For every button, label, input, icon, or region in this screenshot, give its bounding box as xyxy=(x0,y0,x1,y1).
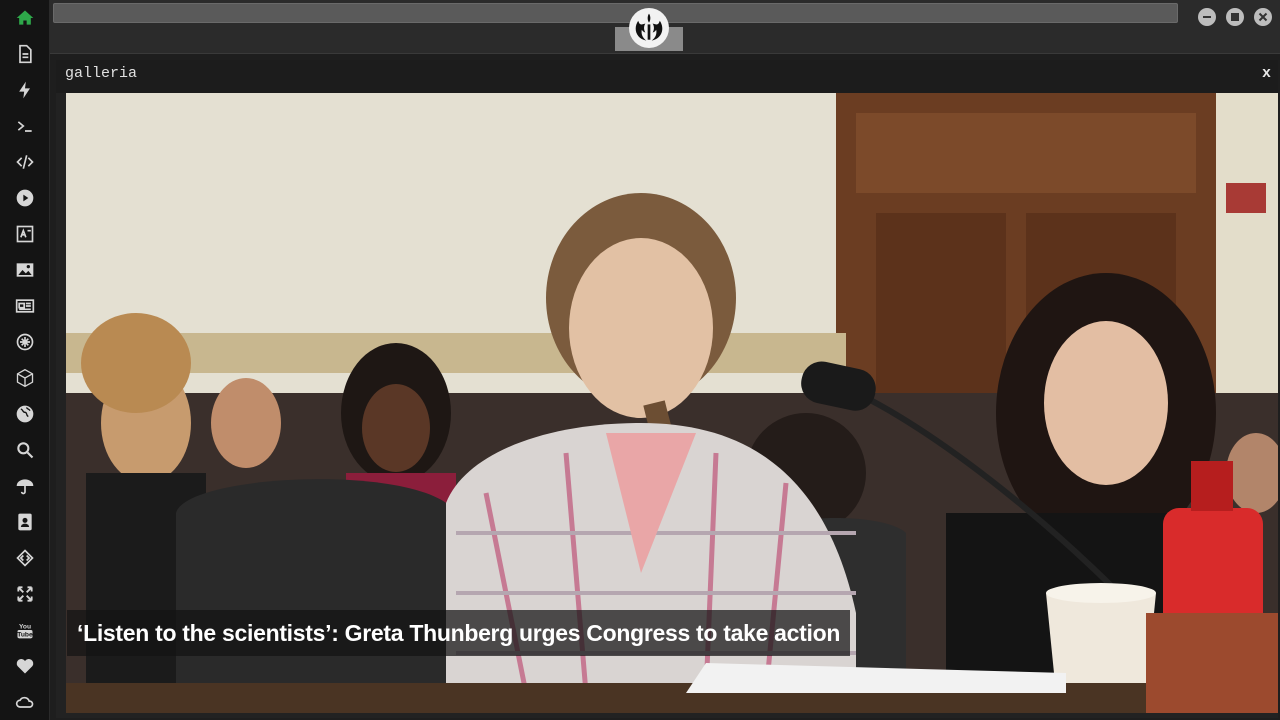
newspaper-icon[interactable] xyxy=(13,294,37,318)
gear-icon[interactable] xyxy=(13,330,37,354)
galleria-panel: galleria x ‘Listen to the scientists’: G… xyxy=(56,60,1278,718)
cloud-icon[interactable] xyxy=(13,690,37,714)
sidebar: You Tube xyxy=(0,0,50,720)
rebel-alliance-icon[interactable] xyxy=(629,8,669,48)
image-icon[interactable] xyxy=(13,258,37,282)
contact-card-icon[interactable] xyxy=(13,510,37,534)
play-icon[interactable] xyxy=(13,186,37,210)
close-icon[interactable] xyxy=(1254,8,1272,26)
document-icon[interactable] xyxy=(13,42,37,66)
code-icon[interactable] xyxy=(13,150,37,174)
search-icon[interactable] xyxy=(13,438,37,462)
globe-icon[interactable] xyxy=(13,402,37,426)
address-bar[interactable] xyxy=(53,3,1178,23)
expand-icon[interactable] xyxy=(13,582,37,606)
panel-title: galleria xyxy=(65,65,138,82)
minimize-icon[interactable] xyxy=(1198,8,1216,26)
heart-icon[interactable] xyxy=(13,654,37,678)
translate-icon[interactable] xyxy=(13,222,37,246)
svg-text:You: You xyxy=(19,623,31,630)
panel-header: galleria x xyxy=(56,60,1278,93)
home-icon[interactable] xyxy=(13,6,37,30)
svg-text:Tube: Tube xyxy=(17,632,33,639)
photo-caption: ‘Listen to the scientists’: Greta Thunbe… xyxy=(67,610,851,656)
umbrella-icon[interactable] xyxy=(13,474,37,498)
top-bar xyxy=(50,0,1280,54)
diamond-code-icon[interactable] xyxy=(13,546,37,570)
panel-close-button[interactable]: x xyxy=(1262,65,1271,82)
youtube-icon[interactable]: You Tube xyxy=(13,618,37,642)
lightning-icon[interactable] xyxy=(13,78,37,102)
terminal-icon[interactable] xyxy=(13,114,37,138)
maximize-icon[interactable] xyxy=(1226,8,1244,26)
cube-icon[interactable] xyxy=(13,366,37,390)
gallery-photo[interactable]: ‘Listen to the scientists’: Greta Thunbe… xyxy=(66,93,1278,713)
